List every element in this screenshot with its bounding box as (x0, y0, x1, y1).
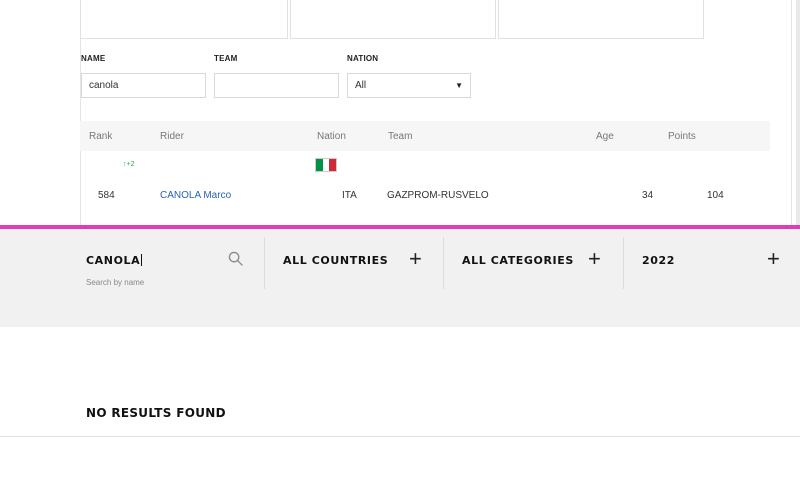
nation-filter-label: NATION (347, 54, 379, 63)
nation-filter-select[interactable]: All ▼ (347, 73, 471, 98)
col-nation[interactable]: Nation (317, 131, 346, 142)
text-cursor (141, 254, 143, 266)
team-filter-label: TEAM (214, 54, 238, 63)
name-filter-input[interactable]: canola (81, 73, 206, 98)
rank-value: 584 (98, 190, 115, 201)
old-ranking-panel: NAME TEAM NATION canola All ▼ Rank Rider… (0, 0, 800, 226)
countries-filter[interactable]: ALL COUNTRIES + (265, 237, 443, 289)
year-label: 2022 (642, 254, 676, 267)
no-results-message: NO RESULTS FOUND (86, 406, 226, 420)
nation-code: ITA (342, 190, 357, 201)
team-filter-input[interactable] (214, 73, 339, 98)
filter-bar: CANOLA Search by name ALL COUNTRIES + AL… (0, 229, 800, 327)
trend-up-indicator: ↑+2 (123, 161, 135, 168)
col-points[interactable]: Points (668, 131, 696, 142)
plus-icon[interactable]: + (588, 248, 601, 270)
name-search-field[interactable]: CANOLA Search by name (0, 237, 264, 289)
ghost-field-3 (498, 0, 704, 39)
col-rider[interactable]: Rider (160, 131, 184, 142)
categories-filter[interactable]: ALL CATEGORIES + (444, 237, 623, 289)
plus-icon[interactable]: + (409, 248, 422, 270)
table-header: Rank Rider Nation Team Age Points (80, 121, 770, 151)
nation-filter-value: All (355, 80, 367, 91)
search-value: CANOLA (86, 254, 141, 267)
ghost-field-2 (290, 0, 496, 39)
col-rank[interactable]: Rank (89, 131, 112, 142)
search-icon[interactable] (228, 251, 243, 266)
ghost-field-1 (80, 0, 288, 39)
name-filter-value: canola (89, 80, 119, 91)
year-filter[interactable]: 2022 + (624, 237, 800, 289)
search-hint: Search by name (86, 278, 145, 287)
name-filter-label: NAME (81, 54, 106, 63)
categories-label: ALL CATEGORIES (462, 254, 574, 267)
results-divider (0, 436, 800, 437)
scrollbar-track[interactable] (796, 0, 800, 226)
italy-flag-icon (315, 158, 337, 172)
col-age[interactable]: Age (596, 131, 614, 142)
search-input[interactable]: CANOLA (86, 254, 143, 267)
countries-label: ALL COUNTRIES (283, 254, 389, 267)
age-value: 34 (642, 190, 654, 201)
chevron-down-icon: ▼ (455, 81, 463, 90)
table-row: 584 ↑+2 CANOLA Marco ITA GAZPROM-RUSVELO… (80, 151, 770, 201)
points-value: 104 (707, 190, 724, 201)
col-team[interactable]: Team (388, 131, 412, 142)
ranking-table: Rank Rider Nation Team Age Points 584 ↑+… (80, 121, 770, 201)
plus-icon[interactable]: + (767, 248, 780, 270)
rider-link[interactable]: CANOLA Marco (160, 190, 231, 201)
team-link[interactable]: GAZPROM-RUSVELO (387, 190, 489, 201)
